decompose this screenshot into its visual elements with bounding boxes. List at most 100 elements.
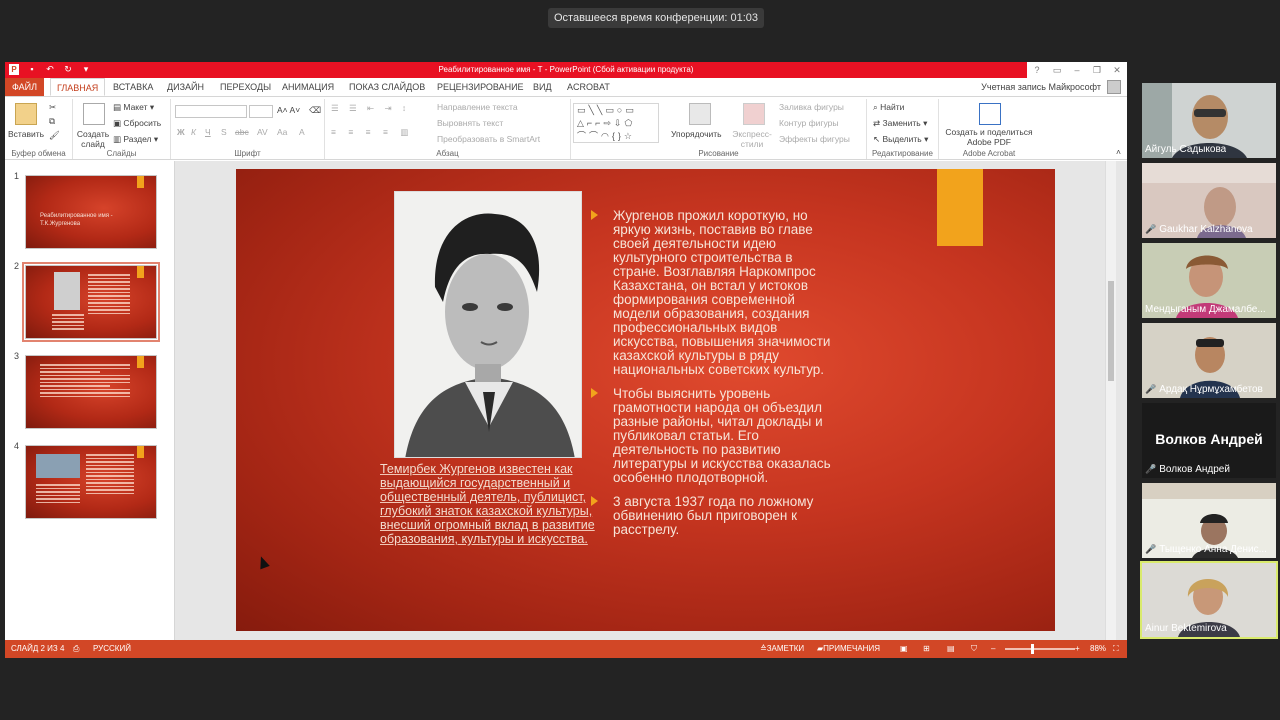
paste-icon[interactable] — [15, 103, 37, 125]
shadow-button[interactable]: S — [221, 127, 227, 137]
thumb-number: 2 — [14, 261, 20, 271]
quick-styles-icon[interactable] — [743, 103, 765, 125]
change-case-icon[interactable]: Aa — [277, 127, 287, 137]
bullet-list[interactable]: Жургенов прожил короткую, но яркую жизнь… — [591, 209, 841, 547]
participant-name-text: Мендыганым Джамалбе... — [1145, 304, 1266, 315]
tab-view[interactable]: ВИД — [533, 78, 552, 96]
collapse-ribbon-icon[interactable]: ˄ — [1116, 147, 1121, 157]
participant-tile[interactable]: Мендыганым Джамалбе... — [1142, 243, 1276, 318]
vertical-scrollbar[interactable] — [1105, 161, 1116, 640]
slide-thumbnail-3[interactable] — [25, 355, 157, 429]
tab-review[interactable]: РЕЦЕНЗИРОВАНИЕ — [437, 78, 524, 96]
conference-timer: Оставшееся время конференции: 01:03 — [548, 8, 764, 28]
tab-home[interactable]: ГЛАВНАЯ — [50, 78, 106, 96]
create-pdf-button[interactable]: Создать и поделиться Adobe PDF — [941, 127, 1037, 147]
zoom-out-icon[interactable]: – — [991, 640, 995, 658]
align-buttons-icon[interactable]: ≡ ≡ ≡ ≡ ▥ — [331, 127, 413, 138]
tab-transitions[interactable]: ПЕРЕХОДЫ — [220, 78, 271, 96]
fit-slide-icon[interactable]: ⛶ — [1113, 640, 1119, 658]
zoom-in-icon[interactable]: + — [1075, 640, 1080, 658]
find-button[interactable]: ⌕ Найти — [873, 102, 904, 113]
clear-format-icon[interactable]: ⌫ — [309, 105, 321, 116]
participant-tile[interactable]: Айгуль Садыкова — [1142, 83, 1276, 158]
replace-button[interactable]: ⇄ Заменить ▾ — [873, 118, 927, 129]
font-color-icon[interactable]: A — [299, 127, 305, 137]
shape-fill-button[interactable]: Заливка фигуры — [779, 102, 844, 112]
font-name-input[interactable] — [175, 105, 247, 118]
zoom-level[interactable]: 88% — [1090, 640, 1106, 658]
tab-file[interactable]: ФАЙЛ — [5, 78, 45, 96]
slide-sorter-icon[interactable]: ⊞ — [923, 640, 930, 658]
underline-button[interactable]: Ч — [205, 127, 211, 137]
cut-icon[interactable]: ✂ — [49, 102, 56, 113]
close-icon[interactable]: ✕ — [1107, 62, 1127, 78]
tab-design[interactable]: ДИЗАЙН — [167, 78, 204, 96]
slide-thumbnails-pane: 1 Реабилитированное имя - Т.К.Жургенова … — [5, 161, 175, 640]
participant-tile[interactable]: Волков Андрей 🎤 Волков Андрей — [1142, 403, 1276, 478]
layout-button[interactable]: ▤ Макет ▾ — [113, 102, 154, 113]
paste-button[interactable]: Вставить — [8, 129, 44, 139]
bullet-item-1: Жургенов прожил короткую, но яркую жизнь… — [591, 209, 841, 377]
arrange-button[interactable]: Упорядочить — [671, 129, 722, 139]
participant-tile[interactable]: 🎤 Gaukhar Kalzhanova — [1142, 163, 1276, 238]
normal-view-icon[interactable]: ▣ — [900, 640, 908, 658]
align-text-button[interactable]: Выровнять текст — [437, 118, 503, 128]
participant-tile[interactable]: 🎤 Тыщенко Анна Денис... — [1142, 483, 1276, 558]
select-label: Выделить — [882, 134, 922, 144]
text-direction-button[interactable]: Направление текста — [437, 102, 518, 112]
strike-button[interactable]: abc — [235, 127, 249, 137]
account-avatar-icon[interactable] — [1107, 80, 1121, 94]
find-label: Найти — [880, 102, 905, 112]
portrait-caption[interactable]: Темирбек Жургенов известен как выдающийс… — [380, 462, 596, 546]
tab-acrobat[interactable]: ACROBAT — [567, 78, 610, 96]
quick-styles-button[interactable]: Экспресс-стили — [731, 129, 773, 149]
comments-button[interactable]: ▰ ПРИМЕЧАНИЯ — [817, 640, 880, 658]
zoom-slider-knob[interactable] — [1031, 644, 1034, 654]
slide-thumbnail-1[interactable]: Реабилитированное имя - Т.К.Жургенова — [25, 175, 157, 249]
participant-tile[interactable]: 🎤 Ардақ Нұрмұхамбетов — [1142, 323, 1276, 398]
zoom-slider[interactable] — [1005, 648, 1075, 650]
thumb-accent — [137, 266, 144, 278]
shape-effects-button[interactable]: Эффекты фигуры — [779, 134, 850, 144]
font-grow-icon[interactable]: A˄ A˅ — [277, 105, 300, 115]
list-buttons-icon[interactable]: ☰ ☰ ⇤ ⇥ ↕ — [331, 103, 410, 114]
new-slide-icon[interactable] — [83, 103, 105, 125]
italic-button[interactable]: К — [191, 127, 196, 137]
section-button[interactable]: ▥ Раздел ▾ — [113, 134, 158, 145]
smartart-button[interactable]: Преобразовать в SmartArt — [437, 134, 540, 144]
portrait-photo[interactable] — [394, 191, 582, 458]
tab-slideshow[interactable]: ПОКАЗ СЛАЙДОВ — [349, 78, 425, 96]
slide-thumbnail-4[interactable] — [25, 445, 157, 519]
spellcheck-icon[interactable]: ⎙ — [73, 640, 79, 658]
shapes-gallery[interactable]: ▭╲╲▭○▭ △⌐⌐⇨⇩⬠ ⌒⌒◠{}☆ — [573, 103, 659, 143]
char-spacing-icon[interactable]: AV — [257, 127, 268, 137]
shape-outline-button[interactable]: Контур фигуры — [779, 118, 838, 128]
window-title: Реабилитированное имя - Т - PowerPoint (… — [438, 65, 694, 74]
font-size-input[interactable] — [249, 105, 273, 118]
current-slide[interactable]: Темирбек Жургенов известен как выдающийс… — [236, 169, 1055, 631]
participant-tile-active-speaker[interactable]: Ainur Bektemirova — [1140, 561, 1278, 639]
slide-thumbnail-2[interactable] — [22, 262, 160, 342]
arrange-icon[interactable] — [689, 103, 711, 125]
bold-button[interactable]: Ж — [177, 127, 185, 137]
scrollbar-thumb[interactable] — [1108, 281, 1114, 381]
reading-view-icon[interactable]: ▤ — [947, 640, 955, 658]
account-link[interactable]: Учетная запись Майкрософт — [981, 78, 1101, 96]
reset-button[interactable]: ▣ Сбросить — [113, 118, 161, 129]
minimize-icon[interactable]: – — [1067, 62, 1087, 78]
new-slide-button[interactable]: Создать слайд — [75, 129, 111, 149]
language-indicator[interactable]: РУССКИЙ — [93, 640, 131, 658]
maximize-icon[interactable]: ❐ — [1087, 62, 1107, 78]
slideshow-icon[interactable]: ⛉ — [971, 640, 977, 658]
notes-button[interactable]: ≙ ЗАМЕТКИ — [760, 640, 804, 658]
tab-insert[interactable]: ВСТАВКА — [113, 78, 153, 96]
format-painter-icon[interactable]: 🖌 — [49, 130, 60, 141]
copy-icon[interactable]: ⧉ — [49, 116, 55, 127]
participant-name: 🎤 Волков Андрей — [1145, 463, 1230, 476]
select-button[interactable]: ↖ Выделить ▾ — [873, 134, 928, 145]
help-icon[interactable]: ? — [1027, 62, 1047, 78]
tab-animation[interactable]: АНИМАЦИЯ — [282, 78, 334, 96]
status-bar: СЛАЙД 2 ИЗ 4 ⎙ РУССКИЙ ≙ ЗАМЕТКИ ▰ ПРИМЕ… — [5, 640, 1127, 658]
adobe-pdf-icon[interactable] — [979, 103, 1001, 125]
ribbon-display-icon[interactable]: ▭ — [1047, 62, 1067, 78]
